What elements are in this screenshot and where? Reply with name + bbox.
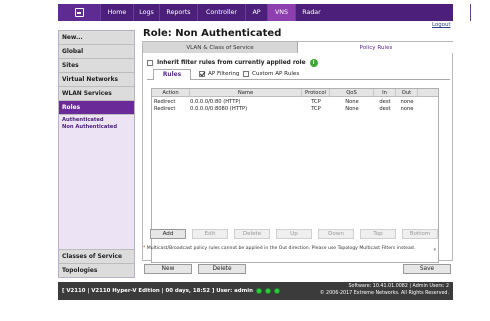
edit-rule-button[interactable]: Edit xyxy=(192,229,228,239)
role-panel: VLAN & Class of Service Policy Rules Inh… xyxy=(142,41,453,263)
sidebar-item-new[interactable]: New... xyxy=(59,31,134,45)
status-bar: [ V2110 | V2110 Hyper-V Edition | 00 day… xyxy=(58,282,453,300)
cell-qos: None xyxy=(345,98,359,105)
cell-action: Redirect xyxy=(154,105,176,112)
tab-policy-rules[interactable]: Policy Rules xyxy=(299,42,453,53)
logo-icon xyxy=(74,8,84,17)
scroll-down-icon[interactable]: ▾ xyxy=(433,247,436,253)
software-version: Software: 10.41.01.0082 | Admin Users: 2 xyxy=(348,284,449,289)
tab-home[interactable]: Home xyxy=(100,4,133,21)
custom-ap-rules-label: Custom AP Rules xyxy=(252,71,300,77)
sidebar-subitem-non-authenticated[interactable]: Non Authenticated xyxy=(62,124,117,130)
move-bottom-button[interactable]: Bottom xyxy=(402,229,438,239)
delete-rule-button[interactable]: Delete xyxy=(234,229,270,239)
tab-reports[interactable]: Reports xyxy=(159,4,197,21)
sidebar-item-wlan-services[interactable]: WLAN Services xyxy=(59,87,134,101)
version-info: Software: 10.41.01.0082 | Admin Users: 2… xyxy=(320,284,449,297)
rule-actions: Add Edit Delete Up Down Top Bottom xyxy=(150,229,438,239)
sidebar-subitem-authenticated[interactable]: Authenticated xyxy=(62,117,104,123)
sidebar-item-global[interactable]: Global xyxy=(59,45,134,59)
table-header: Action Name Protocol QoS In Out xyxy=(152,89,438,97)
column-header-name[interactable]: Name xyxy=(190,89,302,97)
logout-link[interactable]: Logout xyxy=(432,22,450,28)
sidebar-item-classes-of-service[interactable]: Classes of Service xyxy=(59,249,134,263)
status-ok-icon xyxy=(255,288,262,294)
sidebar-item-topologies[interactable]: Topologies xyxy=(59,263,134,277)
cell-out: none xyxy=(400,98,414,105)
tab-radar[interactable]: Radar xyxy=(295,4,327,21)
note-text: Multicast/Broadcast policy rules cannot … xyxy=(145,246,416,251)
column-header-protocol[interactable]: Protocol xyxy=(302,89,330,97)
column-header-out[interactable]: Out xyxy=(396,89,418,97)
ap-filtering-checkbox[interactable] xyxy=(199,71,205,77)
delete-role-button[interactable]: Delete xyxy=(198,264,246,274)
move-up-button[interactable]: Up xyxy=(276,229,312,239)
sidebar-item-roles[interactable]: Roles xyxy=(59,101,134,115)
new-role-button[interactable]: New xyxy=(144,264,192,274)
tab-vlan-class-of-service[interactable]: VLAN & Class of Service xyxy=(143,42,298,53)
inherit-filter-rules: Inherit filter rules from currently appl… xyxy=(147,59,318,67)
status-info: [ V2110 | V2110 Hyper-V Edition | 00 day… xyxy=(62,288,280,294)
move-top-button[interactable]: Top xyxy=(360,229,396,239)
copyright-text: © 2006-2017 Extreme Networks. All Rights… xyxy=(319,290,449,296)
inherit-checkbox[interactable] xyxy=(147,60,153,66)
column-header-in[interactable]: In xyxy=(374,89,396,97)
tab-vns[interactable]: VNS xyxy=(267,4,295,21)
status-ok-icon xyxy=(264,288,271,294)
cell-protocol: TCP xyxy=(311,105,321,112)
cell-action: Redirect xyxy=(154,98,176,105)
ap-filtering-label: AP Filtering xyxy=(208,71,240,77)
status-ok-icon xyxy=(273,288,280,294)
tab-ap[interactable]: AP xyxy=(245,4,267,21)
ap-filtering-option: AP Filtering xyxy=(199,71,239,77)
multicast-note: * Multicast/Broadcast policy rules canno… xyxy=(143,246,415,251)
cell-in: dest xyxy=(379,105,391,112)
top-nav-bar: Home Logs Reports Controller AP VNS Rada… xyxy=(58,4,490,21)
extreme-networks-logo[interactable] xyxy=(58,4,100,21)
info-icon[interactable]: i xyxy=(309,59,318,67)
save-button[interactable]: Save xyxy=(403,264,451,274)
table-row[interactable]: Redirect 0.0.0.0/0:8080 (HTTP) TCP None … xyxy=(152,105,438,112)
sidebar-item-virtual-networks[interactable]: Virtual Networks xyxy=(59,73,134,87)
tab-controller[interactable]: Controller xyxy=(197,4,245,21)
cell-out: none xyxy=(400,105,414,112)
cell-name: 0.0.0.0/0:8080 (HTTP) xyxy=(190,105,248,112)
help-button[interactable]: Help xyxy=(470,4,490,21)
cell-qos: None xyxy=(345,105,359,112)
column-header-action[interactable]: Action xyxy=(152,89,190,97)
tab-logs[interactable]: Logs xyxy=(133,4,159,21)
inherit-label: Inherit filter rules from currently appl… xyxy=(157,60,306,66)
add-rule-button[interactable]: Add xyxy=(150,229,186,239)
column-header-qos[interactable]: QoS xyxy=(330,89,374,97)
sidebar-item-sites[interactable]: Sites xyxy=(59,59,134,73)
cell-protocol: TCP xyxy=(311,98,321,105)
cell-in: dest xyxy=(379,98,391,105)
custom-ap-rules-checkbox[interactable] xyxy=(243,71,249,77)
subtab-rules[interactable]: Rules xyxy=(153,69,191,80)
page-title: Role: Non Authenticated xyxy=(143,28,282,39)
cell-name: 0.0.0.0/0:80 (HTTP) xyxy=(190,98,241,105)
custom-ap-rules-option: Custom AP Rules xyxy=(243,71,299,77)
controller-status-text: [ V2110 | V2110 Hyper-V Edition | 00 day… xyxy=(62,288,253,294)
policy-subtabs: Rules AP Filtering Custom AP Rules xyxy=(147,69,450,80)
table-row[interactable]: Redirect 0.0.0.0/0:80 (HTTP) TCP None de… xyxy=(152,98,438,105)
move-down-button[interactable]: Down xyxy=(318,229,354,239)
sidebar: New... Global Sites Virtual Networks WLA… xyxy=(58,30,135,278)
